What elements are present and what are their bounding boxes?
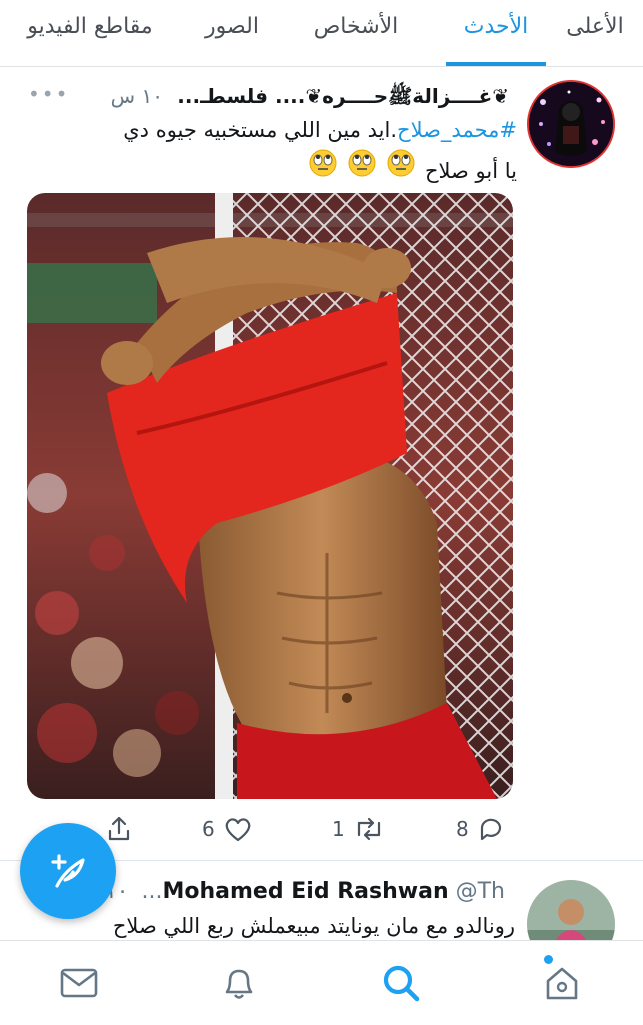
reply-icon: [480, 818, 501, 841]
football-player-photo: [27, 193, 513, 799]
tab-top[interactable]: الأعلى: [560, 12, 630, 42]
tab-latest[interactable]: الأحدث: [446, 12, 546, 42]
tab-videos[interactable]: مقاطع الفيديو: [10, 12, 170, 42]
display-name[interactable]: ❦غــــزالةﷺحــــره❦.... فلسطـ...: [177, 84, 509, 108]
search-icon: [383, 965, 420, 1002]
active-tab-indicator: [446, 62, 546, 66]
retweet-count: 1: [332, 817, 345, 841]
tweet-text-line1: .ايد مين اللي مستخبيه جيوه دي: [123, 118, 398, 142]
tweet-text: رونالدو مع مان يونايتد مبيعملش ربع اللي …: [112, 914, 515, 938]
nav-home[interactable]: [540, 961, 584, 1005]
retweet-icon: [357, 817, 380, 841]
nav-notifications[interactable]: [217, 961, 261, 1005]
share-button[interactable]: [104, 812, 134, 846]
tweet-header: Mohamed Eid Rashwan @Th... ١٠: [105, 876, 513, 908]
like-count: 6: [202, 817, 215, 841]
share-icon: [108, 816, 130, 841]
more-options-icon[interactable]: •••: [28, 82, 69, 106]
reply-button[interactable]: 8: [456, 812, 505, 846]
nav-search[interactable]: [379, 961, 423, 1005]
home-icon: [546, 967, 578, 1000]
compose-feather-icon: [51, 854, 85, 888]
like-button[interactable]: 6: [202, 812, 253, 846]
search-tabs: الأعلى الأحدث الأشخاص الصور مقاطع الفيدي…: [0, 0, 643, 67]
home-notification-dot: [544, 955, 553, 964]
avatar[interactable]: [527, 80, 615, 168]
bottom-navigation: [0, 940, 643, 1025]
display-name[interactable]: Mohamed Eid Rashwan: [162, 879, 448, 904]
nav-messages[interactable]: [57, 961, 101, 1005]
tab-photos[interactable]: الصور: [196, 12, 268, 42]
tab-people[interactable]: الأشخاص: [304, 12, 408, 42]
tweet-header: ❦غــــزالةﷺحــــره❦.... فلسطـ... ١٠ س: [111, 82, 509, 110]
envelope-icon: [60, 968, 98, 998]
eye-roll-emoji-icon: [308, 148, 418, 189]
timestamp: ١٠ س: [110, 84, 163, 108]
compose-tweet-button[interactable]: [20, 823, 116, 919]
tweet-text: #محمد_صلاح.ايد مين اللي مستخبيه جيوه دي …: [27, 112, 517, 189]
tweet-media-image[interactable]: [27, 193, 513, 799]
bell-icon: [225, 969, 253, 999]
avatar-image: [529, 82, 613, 166]
retweet-button[interactable]: 1: [332, 812, 385, 846]
heart-icon: [225, 818, 251, 842]
hashtag-link[interactable]: #محمد_صلاح: [397, 118, 517, 142]
tweet-text-line2: يا أبو صلاح: [424, 159, 517, 183]
reply-count: 8: [456, 817, 469, 841]
